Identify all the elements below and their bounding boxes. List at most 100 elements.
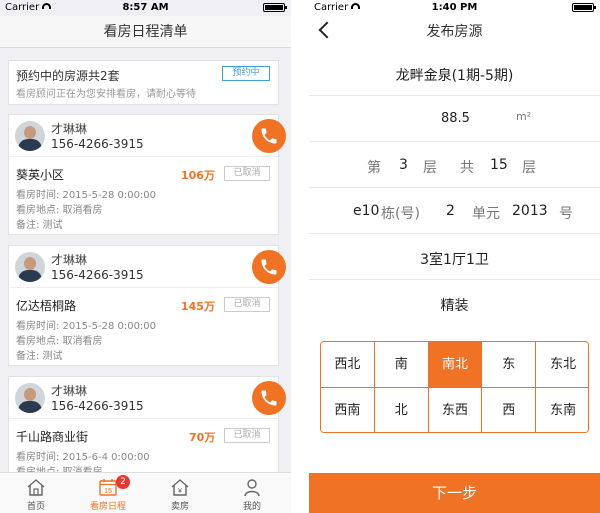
agent-name: 才琳琳 — [51, 122, 88, 136]
avatar — [15, 121, 45, 151]
building-value: e10 — [353, 203, 380, 219]
page-title: 发布房源 — [426, 24, 483, 40]
status-badge: 预约中 — [222, 66, 270, 81]
orientation-option-selected[interactable]: 南北 — [428, 342, 483, 388]
layout-field[interactable]: 3室1厅1卫 — [309, 234, 600, 280]
agent-phone: 156-4266-3915 — [51, 137, 144, 151]
nav-bar: 发布房源 — [309, 16, 600, 48]
floor-value: 3 — [399, 157, 408, 173]
profile-icon — [244, 479, 260, 497]
avatar — [15, 383, 45, 413]
tab-label: 我的 — [242, 502, 261, 512]
floor-suffix-label: 层 — [423, 160, 437, 176]
visit-note: 备注: 测试 — [16, 351, 63, 362]
next-step-button[interactable]: 下一步 — [309, 473, 600, 513]
orientation-option[interactable]: 东西 — [428, 388, 483, 432]
unit-label: 单元 — [472, 206, 500, 222]
sell-house-icon: ¥ — [171, 479, 189, 496]
price: 145万 — [181, 300, 215, 313]
visit-time: 看房时间: 2015-5-28 0:00:00 — [16, 321, 157, 332]
orientation-option[interactable]: 西北 — [321, 342, 375, 388]
battery-icon — [572, 3, 596, 12]
visit-place: 看房地点: 取消看房 — [16, 205, 103, 216]
orientation-grid: 西北 南 南北 东 东北 西南 北 东西 西 东南 — [320, 341, 589, 433]
home-icon — [27, 479, 45, 496]
tab-sell[interactable]: ¥ 卖房 — [144, 473, 216, 513]
clock: 8:57 AM — [122, 2, 169, 13]
battery-icon — [263, 3, 287, 12]
phone-icon — [261, 259, 277, 275]
decoration-field[interactable]: 精装 — [309, 280, 600, 326]
call-button[interactable] — [252, 381, 286, 415]
price: 106万 — [181, 169, 215, 182]
agent-phone: 156-4266-3915 — [51, 268, 144, 282]
svg-text:¥: ¥ — [178, 488, 182, 495]
tab-profile[interactable]: 我的 — [216, 473, 288, 513]
tab-label: 看房日程 — [89, 502, 126, 512]
tab-home[interactable]: 首页 — [0, 473, 72, 513]
agent-name: 才琳琳 — [51, 253, 88, 267]
agent-name: 才琳琳 — [51, 384, 88, 398]
estate-name: 亿达梧桐路 — [16, 299, 77, 313]
area-value: 88.5 — [441, 111, 470, 126]
building-label: 栋(号) — [381, 206, 420, 222]
visit-time: 看房时间: 2015-6-4 0:00:00 — [16, 452, 150, 463]
estate-name: 葵英小区 — [16, 168, 65, 182]
orientation-option[interactable]: 西南 — [321, 388, 375, 432]
total-floors-value: 15 — [490, 157, 508, 173]
phone-icon — [261, 128, 277, 144]
clock: 1:40 PM — [431, 2, 478, 13]
layout-value: 3室1厅1卫 — [420, 252, 489, 268]
booking-notice[interactable]: 预约中的房源共2套 看房顾问正在为您安排看房，请耐心等待 预约中 — [8, 60, 279, 105]
back-chevron-icon[interactable] — [318, 21, 336, 39]
orientation-option[interactable]: 东北 — [536, 342, 588, 388]
unit-field[interactable]: e10 栋(号) 2 单元 2013 号 — [309, 188, 600, 234]
room-value: 2013 — [512, 203, 548, 219]
phone-icon — [261, 390, 277, 406]
status-badge: 已取消 — [224, 428, 270, 443]
appointment-card[interactable]: 才琳琳 156-4266-3915 葵英小区 106万 已取消 看房时间: 20… — [8, 114, 286, 235]
visit-place: 看房地点: 取消看房 — [16, 336, 103, 347]
estate-value: 龙畔金泉(1期-5期) — [395, 68, 514, 84]
floor-prefix-label: 第 — [367, 160, 381, 176]
orientation-option[interactable]: 东 — [482, 342, 537, 388]
calendar-icon: 15 — [99, 479, 117, 496]
status-badge: 已取消 — [224, 297, 270, 312]
appointment-card[interactable]: 才琳琳 156-4266-3915 亿达梧桐路 145万 已取消 看房时间: 2… — [8, 245, 286, 366]
decoration-value: 精装 — [440, 298, 469, 314]
tab-label: 卖房 — [170, 502, 189, 512]
calendar-date: 15 — [104, 488, 112, 495]
notice-subtitle: 看房顾问正在为您安排看房，请耐心等待 — [16, 89, 196, 100]
area-field[interactable]: 88.5 m² — [309, 96, 600, 142]
orientation-option[interactable]: 东南 — [536, 388, 588, 432]
estate-name: 千山路商业街 — [16, 430, 89, 444]
screen-divider — [291, 0, 309, 513]
orientation-option[interactable]: 南 — [374, 342, 429, 388]
notification-badge: 2 — [116, 475, 130, 489]
notice-title: 预约中的房源共2套 — [16, 69, 120, 83]
tab-label: 首页 — [26, 502, 45, 512]
tab-bar: 首页 15 2 看房日程 ¥ 卖房 我的 — [0, 472, 291, 513]
total-suffix-label: 层 — [522, 160, 536, 176]
agent-row: 才琳琳 156-4266-3915 — [9, 115, 286, 157]
estate-field[interactable]: 龙畔金泉(1期-5期) — [309, 50, 600, 96]
visit-note: 备注: 测试 — [16, 220, 63, 231]
status-badge: 已取消 — [224, 166, 270, 181]
call-button[interactable] — [252, 250, 286, 284]
visit-time: 看房时间: 2015-5-28 0:00:00 — [16, 190, 157, 201]
publish-listing-screen: Carrier 1:40 PM 发布房源 龙畔金泉(1期-5期) 88.5 m²… — [309, 0, 600, 513]
orientation-option[interactable]: 西 — [482, 388, 537, 432]
price: 70万 — [189, 431, 216, 444]
orientation-option[interactable]: 北 — [374, 388, 429, 432]
agent-row: 才琳琳 156-4266-3915 — [9, 377, 286, 419]
total-prefix-label: 共 — [460, 160, 474, 176]
unit-value: 2 — [446, 203, 455, 219]
room-label: 号 — [559, 206, 573, 222]
area-unit: m² — [516, 110, 532, 123]
call-button[interactable] — [252, 119, 286, 153]
floor-field[interactable]: 第 3 层 共 15 层 — [309, 142, 600, 188]
agent-row: 才琳琳 156-4266-3915 — [9, 246, 286, 288]
agent-phone: 156-4266-3915 — [51, 399, 144, 413]
nav-bar: 看房日程清单 — [0, 16, 291, 48]
tab-schedule[interactable]: 15 2 看房日程 — [72, 473, 144, 513]
